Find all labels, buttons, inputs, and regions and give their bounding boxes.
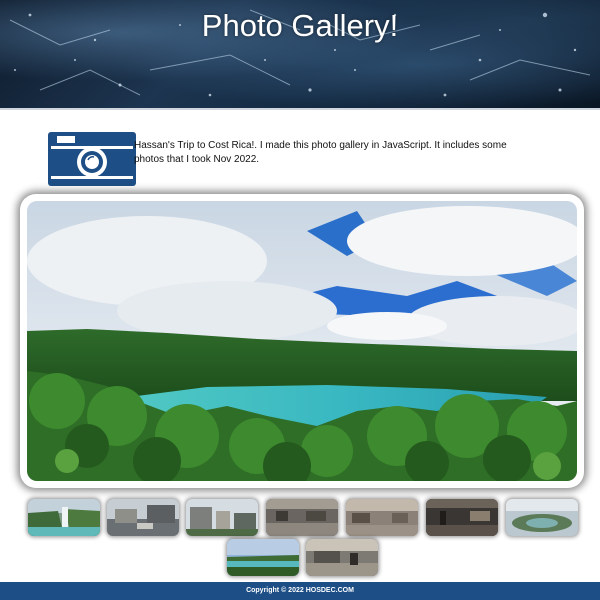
footer: Copyright © 2022 HOSDEC.COM [0, 582, 600, 600]
thumbnail-6[interactable] [426, 499, 498, 536]
copyright-text: Copyright © 2022 HOSDEC.COM [246, 587, 354, 594]
thumbnail-4[interactable] [266, 499, 338, 536]
header-banner: Photo Gallery! [0, 0, 600, 108]
header-divider [0, 108, 600, 110]
intro-text: Hassan's Trip to Cost Rica!. I made this… [134, 140, 507, 165]
thumbnail-1[interactable] [28, 499, 100, 536]
thumbnail-2[interactable] [107, 499, 179, 536]
thumbnail-7[interactable] [506, 499, 578, 536]
thumbnail-5[interactable] [346, 499, 418, 536]
thumbnail-3[interactable] [186, 499, 258, 536]
page-title: Photo Gallery! [201, 8, 399, 43]
camera-icon [48, 132, 136, 186]
thumbnail-8[interactable] [227, 539, 299, 576]
main-photo-image [27, 201, 577, 481]
thumbnail-9[interactable] [306, 539, 378, 576]
main-photo [20, 194, 584, 488]
